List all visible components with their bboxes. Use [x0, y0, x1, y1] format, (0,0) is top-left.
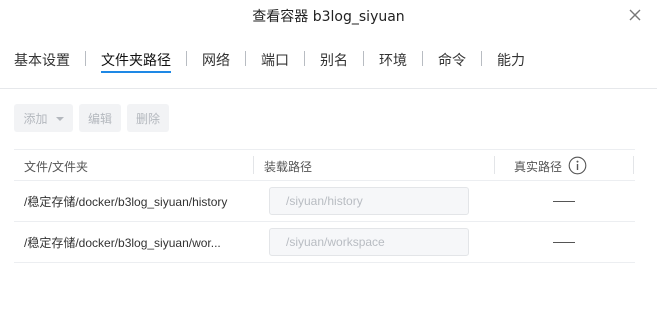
tab-command[interactable]: 命令: [438, 50, 466, 70]
table-header: 文件/文件夹 装载路径 真实路径: [14, 149, 635, 181]
real-path-empty: [553, 201, 575, 202]
tab-divider: [304, 51, 305, 66]
tab-capabilities[interactable]: 能力: [497, 50, 525, 70]
mount-path-field[interactable]: /siyuan/workspace: [269, 228, 469, 256]
add-button-label: 添加: [23, 111, 48, 126]
mount-path-field[interactable]: /siyuan/history: [269, 187, 469, 215]
column-divider: [253, 156, 254, 174]
tab-basic-settings[interactable]: 基本设置: [14, 50, 70, 70]
active-tab-indicator: [101, 71, 171, 73]
column-header-real-path: 真实路径: [514, 160, 563, 174]
tab-divider: [245, 51, 246, 66]
table-row[interactable]: /稳定存储/docker/b3log_siyuan/history /siyua…: [14, 181, 635, 222]
table-row[interactable]: /稳定存储/docker/b3log_siyuan/wor... /siyuan…: [14, 222, 635, 263]
chevron-down-icon: [55, 117, 64, 121]
tab-divider: [85, 51, 86, 66]
dialog-header: 查看容器 b3log_siyuan: [0, 0, 657, 30]
tab-divider: [481, 51, 482, 66]
tab-network[interactable]: 网络: [202, 50, 230, 70]
column-header-file-folder: 文件/文件夹: [24, 160, 89, 174]
edit-button[interactable]: 编辑: [79, 104, 121, 132]
tab-environment[interactable]: 环境: [379, 50, 407, 70]
column-divider: [494, 156, 495, 174]
file-path-cell: /稳定存储/docker/b3log_siyuan/history: [24, 195, 228, 209]
add-button[interactable]: 添加: [14, 104, 73, 132]
close-icon[interactable]: [628, 8, 642, 22]
tab-bar: 基本设置 文件夹路径 网络 端口 别名 环境 命令 能力: [0, 44, 657, 89]
tab-aliases[interactable]: 别名: [320, 50, 348, 70]
column-divider: [633, 156, 634, 174]
real-path-empty: [553, 242, 575, 243]
delete-button[interactable]: 删除: [127, 104, 169, 132]
tab-divider: [186, 51, 187, 66]
folder-path-table: 文件/文件夹 装载路径 真实路径 /稳定存储/docker/b3log_siyu…: [14, 149, 635, 263]
tab-folder-paths[interactable]: 文件夹路径: [101, 50, 171, 70]
tab-divider: [363, 51, 364, 66]
column-header-mount-path: 装载路径: [264, 160, 313, 174]
tab-divider: [422, 51, 423, 66]
info-icon[interactable]: [568, 156, 587, 175]
tab-ports[interactable]: 端口: [261, 50, 289, 70]
file-path-cell: /稳定存储/docker/b3log_siyuan/wor...: [24, 236, 221, 250]
dialog-title: 查看容器 b3log_siyuan: [252, 9, 405, 25]
